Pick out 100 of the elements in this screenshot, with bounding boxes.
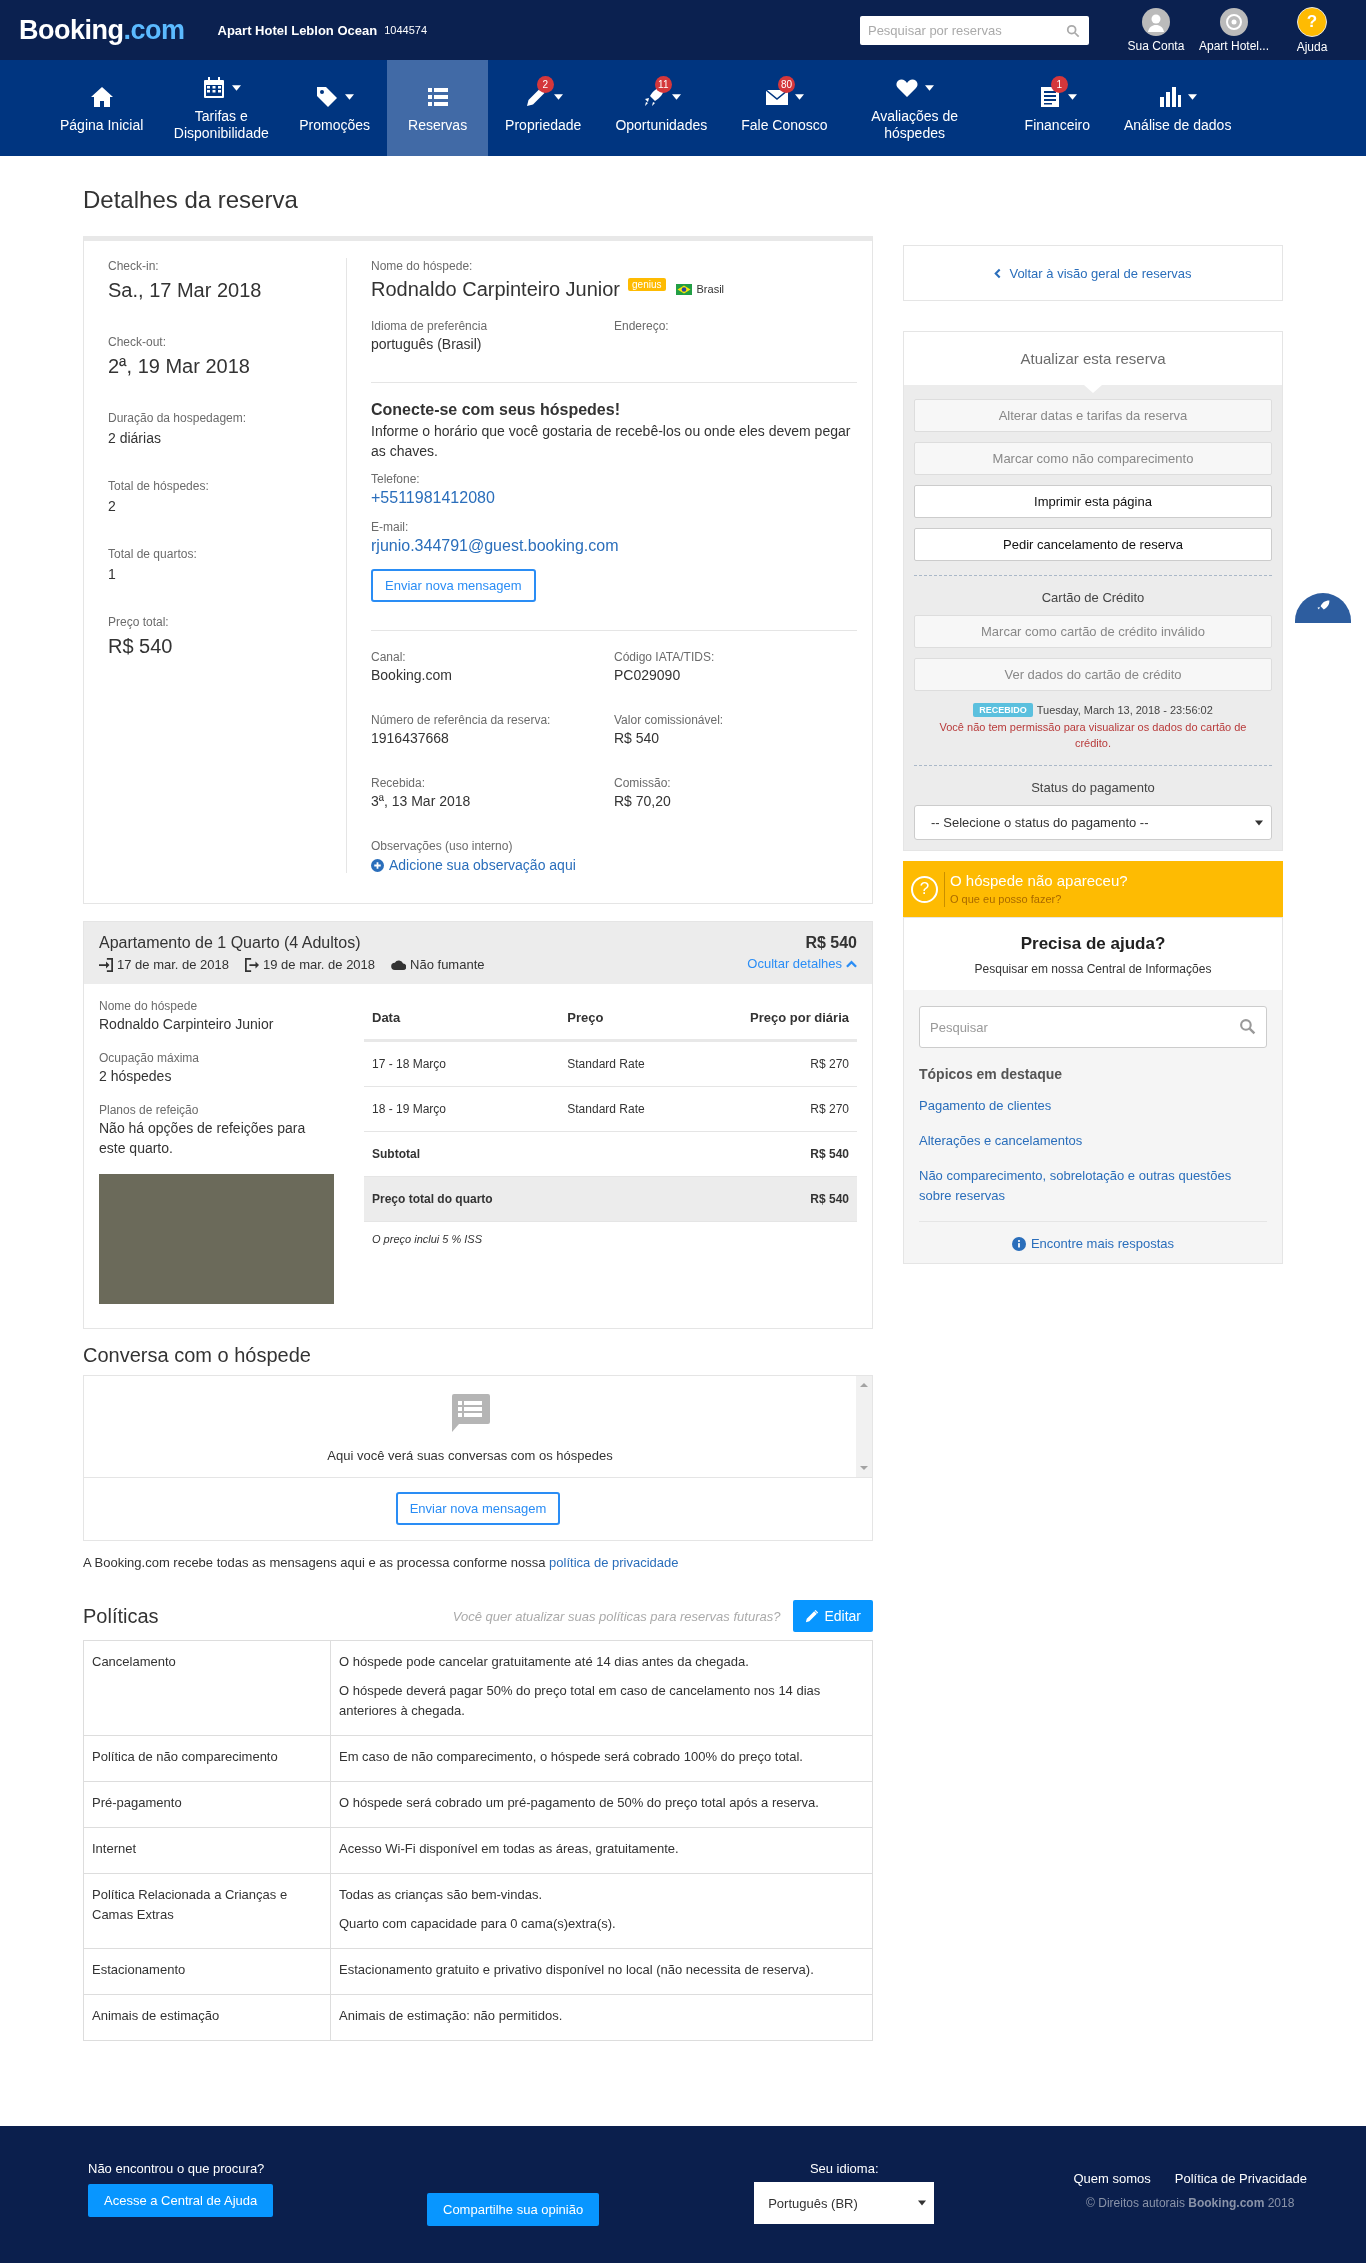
help-icon: ? bbox=[1297, 6, 1327, 37]
account-link[interactable]: ? Ajuda bbox=[1283, 6, 1341, 54]
table-cell: Standard Rate bbox=[559, 1086, 693, 1132]
field-value: Não há opções de refeições para este quarto. bbox=[99, 1119, 307, 1158]
nav-tab[interactable]: Avaliações de hóspedes bbox=[844, 60, 985, 156]
action-button[interactable]: Pedir cancelamento de reserva bbox=[914, 528, 1272, 561]
help-center-button[interactable]: Acesse a Central de Ajuda bbox=[88, 2184, 274, 2217]
email-link[interactable]: rjunio.344791@guest.booking.com bbox=[371, 535, 857, 557]
field-label: Nome do hóspede: bbox=[371, 258, 474, 274]
field-label: Nome do hóspede bbox=[99, 998, 199, 1014]
hotel-name: Apart Hotel Leblon Ocean bbox=[217, 22, 378, 38]
check-in-date: 17 de mar. de 2018 bbox=[117, 957, 230, 972]
edit-button[interactable]: Editar bbox=[793, 1600, 873, 1632]
panel-title: Atualizar esta reserva bbox=[1020, 350, 1166, 367]
policy-name: Cancelamento bbox=[83, 1640, 331, 1736]
policy-name: Estacionamento bbox=[83, 1948, 331, 1995]
action-button[interactable]: Imprimir esta página bbox=[914, 485, 1272, 518]
nav-tab[interactable]: 1 Financeiro bbox=[984, 60, 1107, 156]
section-title: Conversa com o hóspede bbox=[83, 1344, 312, 1367]
payment-status-select[interactable]: -- Selecione o status do pagamento -- bbox=[914, 805, 1272, 840]
field-value: Sa., 17 Mar 2018 bbox=[108, 278, 263, 303]
info-icon bbox=[1011, 1236, 1026, 1251]
booking-logo[interactable]: Booking.com bbox=[19, 14, 185, 46]
nav-tab[interactable]: Tarifas e Disponibilidade bbox=[160, 60, 283, 156]
banner-title: O hóspede não apareceu? bbox=[950, 871, 1128, 889]
search-field[interactable]: Pesquisar por reservas bbox=[859, 15, 1089, 45]
user-avatar-icon bbox=[1141, 7, 1170, 36]
field-label: Ocupação máxima bbox=[99, 1050, 201, 1066]
send-message-button[interactable]: Enviar nova mensagem bbox=[395, 1492, 561, 1525]
language-select[interactable]: Português (BR) bbox=[754, 2182, 935, 2224]
more-answers-link[interactable]: Encontre mais respostas bbox=[919, 1236, 1267, 1251]
chat-icon bbox=[449, 1392, 491, 1434]
table-cell: 17 - 18 Março bbox=[364, 1040, 560, 1087]
nav-tab[interactable]: 2 Propriedade bbox=[488, 60, 599, 156]
privacy-notice: A Booking.com recebe todas as mensagens aqui e as processa conforme nossa política de privacidade bbox=[83, 1555, 680, 1570]
table-cell: R$ 270 bbox=[692, 1040, 857, 1087]
topic-link[interactable]: Pagamento de clientes bbox=[919, 1096, 1267, 1116]
table-cell: 18 - 19 Março bbox=[364, 1086, 560, 1132]
column-header: Data bbox=[364, 998, 560, 1041]
policy-text: Quarto com capacidade para 0 cama(s)extra(s). bbox=[339, 1915, 617, 1933]
subsection-title: Cartão de Crédito bbox=[1040, 590, 1146, 605]
policy-text: Acesso Wi-Fi disponível em todas as áreas, gratuitamente. bbox=[339, 1840, 680, 1858]
section-heading: Conecte-se com seus hóspedes! bbox=[371, 401, 621, 419]
field-value: R$ 540 bbox=[614, 729, 661, 748]
footer-link[interactable]: Política de Privacidade bbox=[1174, 2171, 1307, 2186]
column-header: Preço por diária bbox=[692, 998, 857, 1041]
field-label: Preço total: bbox=[108, 614, 170, 630]
send-message-button[interactable]: Enviar nova mensagem bbox=[371, 569, 536, 602]
nav-tab[interactable]: Análise de dados bbox=[1107, 60, 1249, 156]
field-value: Booking.com bbox=[371, 666, 453, 685]
hotel-id: 1044574 bbox=[384, 24, 427, 36]
table-cell: Standard Rate bbox=[559, 1040, 693, 1087]
toggle-details-link[interactable]: Ocultar detalhes bbox=[747, 956, 857, 971]
back-link[interactable]: Voltar à visão geral de reservas bbox=[994, 265, 1192, 281]
hotel-avatar-icon bbox=[1220, 7, 1248, 36]
policy-text: Todas as crianças são bem-vindas. bbox=[339, 1886, 544, 1904]
policies-prompt: Você quer atualizar suas políticas para reservas futuras? bbox=[452, 1608, 781, 1624]
footer-link[interactable]: Quem somos bbox=[1073, 2171, 1151, 2186]
search-icon bbox=[1239, 1018, 1256, 1035]
caret-icon bbox=[1067, 93, 1077, 100]
feedback-button[interactable]: Compartilhe sua opinião bbox=[427, 2193, 600, 2226]
account-link[interactable]: Apart Hotel... bbox=[1198, 7, 1269, 53]
phone-link[interactable]: +5511981412080 bbox=[371, 487, 857, 509]
subtotal-label: Subtotal bbox=[364, 1131, 560, 1177]
nav-tab[interactable]: Promoções bbox=[282, 60, 388, 156]
bar-chart-icon bbox=[1158, 84, 1183, 109]
nav-tab[interactable]: 11 Oportunidades bbox=[598, 60, 725, 156]
nav-tab[interactable]: Página Inicial bbox=[43, 60, 161, 156]
field-label: Número de referência da reserva: bbox=[371, 712, 552, 728]
policy-text: O hóspede pode cancelar gratuitamente até 14 dias antes da chegada. bbox=[339, 1653, 750, 1671]
caret-icon bbox=[1188, 93, 1198, 100]
field-label: E-mail: bbox=[371, 519, 410, 535]
field-label: Duração da hospedagem: bbox=[108, 410, 248, 426]
policy-text: O hóspede deverá pagar 50% do preço total em caso de cancelamento nos 14 dias anteriores à chegada. bbox=[339, 1682, 822, 1720]
topic-link[interactable]: Não comparecimento, sobrelotação e outras questões sobre reservas bbox=[919, 1166, 1267, 1206]
tax-note: O preço inclui 5 % ISS bbox=[371, 1232, 484, 1247]
notification-badge: 11 bbox=[654, 75, 672, 93]
smoking-policy: Não fumante bbox=[410, 957, 485, 972]
field-label: Endereço: bbox=[614, 318, 670, 334]
floating-rocket-button[interactable] bbox=[1295, 593, 1351, 623]
field-label: Total de hóspedes: bbox=[108, 478, 210, 494]
nav-tab[interactable]: 80 Fale Conosco bbox=[724, 60, 845, 156]
privacy-policy-link[interactable]: política de privacidade bbox=[549, 1555, 679, 1570]
account-link[interactable]: Sua Conta bbox=[1126, 7, 1185, 53]
field-value: 3ª, 13 Mar 2018 bbox=[371, 792, 472, 811]
notification-badge: 80 bbox=[777, 75, 796, 93]
nav-tab[interactable]: Reservas bbox=[387, 60, 489, 156]
policy-text: Animais de estimação: não permitidos. bbox=[339, 2007, 564, 2025]
policy-name: Internet bbox=[83, 1827, 331, 1874]
field-value: 2 diárias bbox=[108, 429, 162, 448]
caret-icon bbox=[1255, 819, 1263, 826]
topic-link[interactable]: Alterações e cancelamentos bbox=[919, 1131, 1267, 1151]
policy-name: Pré-pagamento bbox=[83, 1781, 331, 1828]
field-label: Check-in: bbox=[108, 258, 160, 274]
field-label: Telefone: bbox=[371, 471, 421, 487]
caret-icon bbox=[345, 93, 355, 100]
total-label: Preço total do quarto bbox=[364, 1176, 560, 1222]
add-note-link[interactable]: Adicione sua observação aqui bbox=[371, 857, 857, 873]
help-search-field[interactable]: Pesquisar bbox=[919, 1006, 1267, 1048]
room-price: R$ 540 bbox=[804, 933, 857, 953]
